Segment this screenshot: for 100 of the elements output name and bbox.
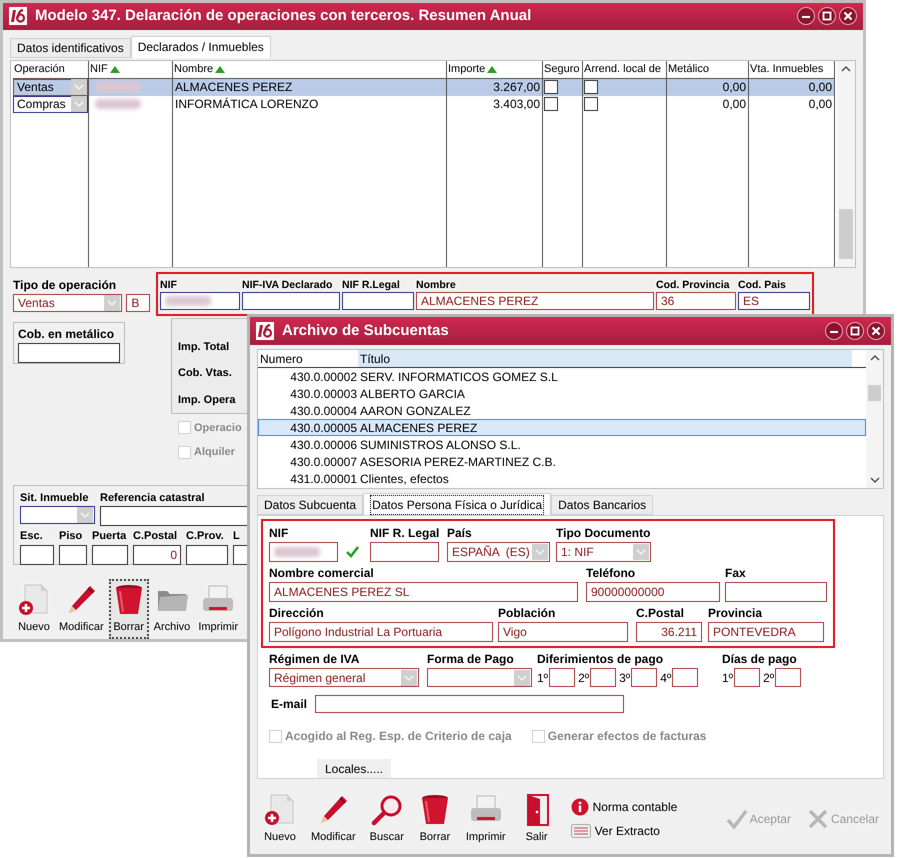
scrollbar[interactable] <box>866 350 883 488</box>
list-row[interactable]: 431.0.00001 Clientes, efectos <box>258 470 866 487</box>
input-field[interactable] <box>342 292 414 310</box>
input-field[interactable] <box>590 668 616 687</box>
table-cell: ALMACENES PEREZ <box>173 78 446 96</box>
tab[interactable]: Datos Bancarios <box>551 495 654 515</box>
input-field[interactable] <box>370 542 439 562</box>
scrollbar-thumb[interactable] <box>839 208 853 258</box>
blurred-mark <box>165 296 211 306</box>
input-field[interactable]: 36 <box>656 292 736 310</box>
tab[interactable]: Datos Persona Física o Jurídica <box>363 493 552 515</box>
field-label: Población <box>498 605 556 622</box>
field-label: Teléfono <box>586 565 636 582</box>
close-button[interactable] <box>839 7 857 26</box>
sort-arrow-icon <box>110 66 120 72</box>
field-label: Días de pago <box>722 651 798 668</box>
field-label: NIF R.Legal <box>342 278 401 292</box>
blurred-mark <box>95 82 141 92</box>
input-field[interactable] <box>315 695 624 713</box>
minimize-button[interactable] <box>797 7 815 26</box>
checkbox-label: Generar efectos de facturas <box>548 728 706 745</box>
toolbar-button[interactable]: Nuevo <box>260 789 300 850</box>
scroll-up-icon[interactable] <box>841 64 851 72</box>
scroll-up-icon[interactable] <box>870 354 880 361</box>
input-field[interactable] <box>269 542 338 562</box>
scroll-down-icon[interactable] <box>870 477 880 484</box>
input-field[interactable] <box>549 668 576 687</box>
list-row[interactable]: 430.0.00007 ASESORIA PEREZ-MARTINEZ C.B. <box>258 453 866 470</box>
minimize-button[interactable] <box>825 322 843 340</box>
list-row[interactable]: 430.0.00004 AARON GONZALEZ <box>258 402 866 419</box>
input-field[interactable]: ALMACENES PEREZ <box>416 292 654 310</box>
list-row[interactable]: 430.0.00002 SERV. INFORMATICOS GOMEZ S.L <box>258 368 866 385</box>
link[interactable]: Norma contable <box>570 798 678 816</box>
toolbar-button[interactable]: Salir <box>516 789 557 850</box>
info-icon <box>570 798 589 816</box>
input-field[interactable]: ALMACENES PEREZ SL <box>269 582 578 602</box>
input-field[interactable] <box>242 292 340 310</box>
scrollbar-thumb[interactable] <box>868 385 881 401</box>
input-field[interactable]: B <box>126 294 150 312</box>
field-label: Régimen de IVA <box>269 651 360 668</box>
toolbar-button[interactable]: Modificar <box>308 789 359 850</box>
dropdown-field[interactable] <box>20 506 95 524</box>
input-field[interactable]: 90000000000 <box>586 582 720 602</box>
input-field[interactable]: 0 <box>133 544 181 564</box>
input-field[interactable] <box>734 668 760 687</box>
tab[interactable]: Datos identificativos <box>10 38 131 58</box>
input-field[interactable] <box>186 544 228 564</box>
input-field[interactable] <box>725 582 827 602</box>
maximize-button[interactable] <box>846 322 864 340</box>
list-row[interactable]: 430.0.00003 ALBERTO GARCIA <box>258 385 866 402</box>
input-field[interactable]: 36.211 <box>636 622 702 642</box>
magnifier-icon <box>370 793 404 827</box>
dropdown-field[interactable]: ESPAÑA (ES) <box>447 542 550 562</box>
input-field[interactable] <box>160 292 240 310</box>
toolbar-button[interactable]: Modificar <box>56 578 107 639</box>
input-field[interactable] <box>672 668 698 687</box>
input-field[interactable] <box>20 544 54 564</box>
maximize-button[interactable] <box>818 7 836 26</box>
close-button[interactable] <box>867 322 885 340</box>
input-field[interactable] <box>775 668 802 687</box>
toolbar-button[interactable]: Borrar <box>108 578 149 639</box>
toolbar-button[interactable]: Archivo <box>150 578 194 639</box>
input-field[interactable]: PONTEVEDRA <box>708 622 824 642</box>
input-field[interactable] <box>18 342 120 362</box>
dropdown-field[interactable]: Régimen general <box>269 668 419 687</box>
checkbox-label: Acogido al Reg. Esp. de Criterio de caja <box>285 728 512 745</box>
column-header[interactable]: Numero <box>258 350 358 367</box>
toolbar-button[interactable]: Imprimir <box>195 578 242 639</box>
dropdown-field[interactable] <box>427 668 532 687</box>
column-header[interactable]: Título <box>358 350 852 367</box>
link[interactable]: Ver Extracto <box>570 822 678 840</box>
toolbar-button[interactable]: Imprimir <box>462 789 509 850</box>
list-row[interactable]: 430.0.00006 SUMINISTROS ALONSO S.L. <box>258 436 866 453</box>
checkbox[interactable] <box>544 80 558 94</box>
toolbar-button[interactable]: Borrar <box>414 789 455 850</box>
list-row[interactable]: 430.0.00005 ALMACENES PEREZ <box>258 419 866 436</box>
chevron-icon <box>71 96 87 112</box>
input-field[interactable]: Vigo <box>498 622 628 642</box>
input-field[interactable]: ES <box>738 292 810 310</box>
checkbox[interactable] <box>584 80 598 94</box>
checkbox[interactable] <box>584 97 598 111</box>
input-field[interactable] <box>631 668 658 687</box>
toolbar-button[interactable]: Nuevo <box>14 578 54 639</box>
tab[interactable]: Datos Subcuenta <box>257 495 364 515</box>
dropdown-field[interactable]: Compras <box>13 96 88 112</box>
input-field[interactable]: Polígono Industrial La Portuaria <box>269 622 493 642</box>
dropdown-field[interactable]: 1: NIF <box>556 542 651 562</box>
dropdown-field[interactable]: Ventas <box>13 294 122 312</box>
field-label: Tipo de operación <box>13 276 118 294</box>
locales-button[interactable]: Locales..... <box>317 759 391 778</box>
checkbox[interactable] <box>544 97 558 111</box>
scrollbar[interactable] <box>837 60 855 266</box>
field-label: NIF R. Legal <box>370 525 440 542</box>
input-field[interactable] <box>92 544 128 564</box>
window-title: Modelo 347. Delaración de operaciones con terceros. Resumen Anual <box>35 6 532 26</box>
toolbar-button[interactable]: Buscar <box>366 789 407 850</box>
dropdown-field[interactable]: Ventas <box>13 78 88 96</box>
input-field[interactable] <box>59 544 87 564</box>
tab[interactable]: Declarados / Inmuebles <box>130 36 271 58</box>
field-label: Imp. Total <box>178 340 230 354</box>
